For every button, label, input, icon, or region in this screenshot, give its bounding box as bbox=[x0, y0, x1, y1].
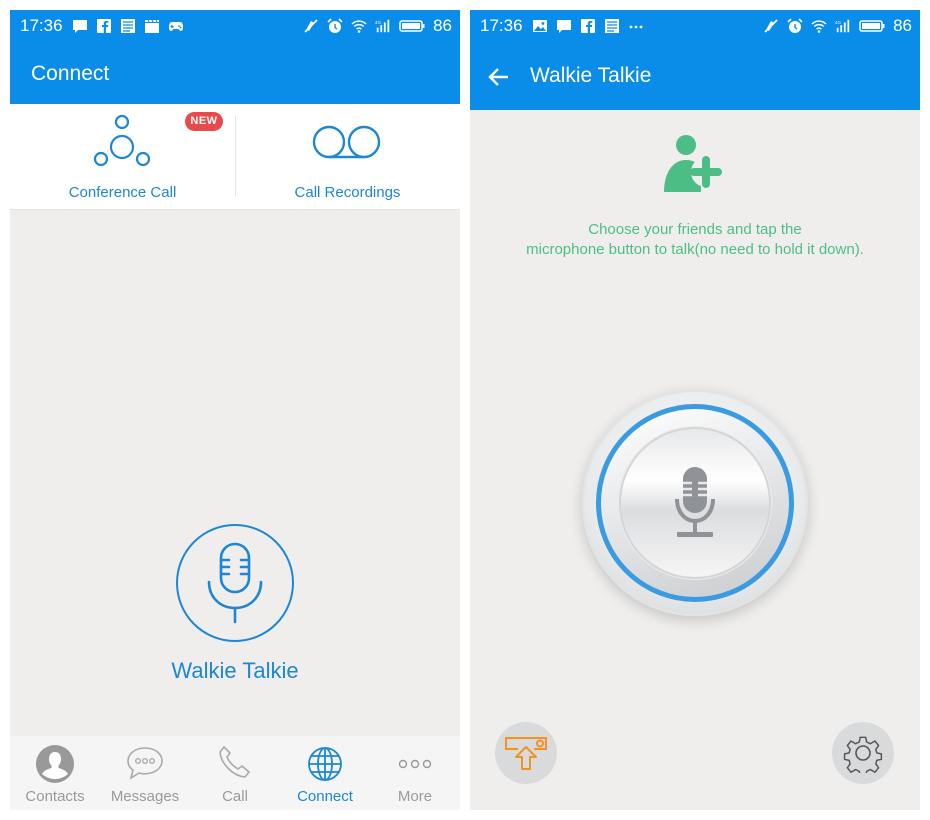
image-icon bbox=[533, 20, 547, 32]
conference-call-label: Conference Call bbox=[68, 184, 177, 201]
bottom-nav: Contacts Messages Call Connect More bbox=[10, 736, 460, 810]
feature-tiles: NEW Conference Call Call Recordings bbox=[10, 104, 460, 210]
notification-icons bbox=[72, 18, 184, 34]
svg-text:4G: 4G bbox=[835, 20, 841, 25]
status-bar: 17:36 4G 86 bbox=[470, 10, 920, 42]
walkie-talkie-screen: 17:36 4G 86 Walkie Talkie Choose your fr… bbox=[470, 10, 920, 810]
instruction-line-2: microphone button to talk(no need to hol… bbox=[526, 241, 864, 258]
nav-label: Contacts bbox=[25, 788, 85, 805]
status-bar: 17:36 4G 86 bbox=[10, 10, 460, 42]
nav-more[interactable]: More bbox=[370, 736, 460, 810]
nav-call[interactable]: Call bbox=[190, 736, 280, 810]
alarm-icon bbox=[787, 18, 803, 33]
gear-icon bbox=[843, 736, 883, 773]
mute-vibrate-icon bbox=[304, 19, 318, 33]
message-icon bbox=[557, 20, 571, 33]
message-icon bbox=[73, 20, 87, 33]
battery-icon bbox=[399, 20, 425, 32]
status-time: 17:36 bbox=[480, 16, 523, 35]
call-recordings-label: Call Recordings bbox=[294, 184, 401, 201]
app-bar: Connect bbox=[10, 42, 460, 104]
add-friend-icon bbox=[664, 135, 722, 192]
conference-call-tile[interactable]: NEW Conference Call bbox=[10, 104, 235, 210]
voicemail-icon bbox=[312, 125, 381, 159]
page-title: Walkie Talkie bbox=[530, 64, 652, 87]
news-icon bbox=[605, 19, 619, 33]
instruction-line-1: Choose your friends and tap the bbox=[588, 221, 802, 238]
battery-level: 86 bbox=[433, 16, 452, 35]
nav-label: More bbox=[397, 788, 433, 805]
settings-button[interactable] bbox=[832, 722, 894, 784]
nav-connect[interactable]: Connect bbox=[280, 736, 370, 810]
page-title: Connect bbox=[31, 62, 110, 85]
system-icons: 4G 86 bbox=[303, 16, 452, 36]
system-icons: 4G 86 bbox=[763, 16, 912, 36]
cast-upload-icon bbox=[505, 737, 547, 770]
walkie-talkie-button[interactable] bbox=[176, 524, 294, 642]
nav-label: Messages bbox=[110, 788, 180, 805]
more-icon bbox=[395, 744, 435, 784]
add-friend-button[interactable] bbox=[662, 134, 726, 194]
news-icon bbox=[121, 19, 135, 33]
push-to-talk-button[interactable] bbox=[582, 390, 808, 616]
microphone-icon bbox=[207, 542, 263, 624]
messages-icon bbox=[125, 744, 165, 784]
notification-icons bbox=[532, 18, 644, 34]
globe-icon bbox=[305, 744, 345, 784]
wifi-icon bbox=[351, 20, 367, 33]
signal-4g-icon: 4G bbox=[375, 19, 390, 33]
nav-contacts[interactable]: Contacts bbox=[10, 736, 100, 810]
microphone-icon bbox=[675, 467, 715, 537]
svg-text:4G: 4G bbox=[375, 20, 381, 25]
cast-button[interactable] bbox=[495, 722, 557, 784]
call-recordings-tile[interactable]: Call Recordings bbox=[235, 104, 460, 210]
wifi-icon bbox=[811, 20, 827, 33]
alarm-icon bbox=[327, 18, 343, 33]
back-button[interactable] bbox=[484, 62, 514, 92]
contacts-icon bbox=[35, 744, 75, 784]
clapper-icon bbox=[145, 19, 159, 33]
connect-screen: 17:36 4G 86 Connect NEW Conference Call … bbox=[10, 10, 460, 810]
battery-icon bbox=[859, 20, 885, 32]
talk-button-core bbox=[619, 427, 771, 579]
phone-icon bbox=[215, 744, 255, 784]
back-arrow-icon bbox=[488, 68, 508, 86]
new-badge: NEW bbox=[185, 112, 223, 131]
facebook-icon bbox=[581, 19, 595, 33]
status-time: 17:36 bbox=[20, 16, 63, 35]
app-bar: Walkie Talkie bbox=[470, 42, 920, 110]
walkie-talkie-label: Walkie Talkie bbox=[171, 658, 299, 683]
nav-label: Call bbox=[222, 788, 248, 805]
nav-messages[interactable]: Messages bbox=[100, 736, 190, 810]
mute-vibrate-icon bbox=[764, 19, 778, 33]
gamepad-icon bbox=[169, 22, 183, 31]
conference-call-icon bbox=[93, 114, 151, 167]
instruction-text: Choose your friends and tap the micropho… bbox=[470, 220, 920, 260]
more-dots-icon bbox=[629, 25, 643, 29]
nav-label: Connect bbox=[297, 788, 353, 805]
signal-4g-icon: 4G bbox=[835, 19, 850, 33]
battery-level: 86 bbox=[893, 16, 912, 35]
facebook-icon bbox=[97, 19, 111, 33]
